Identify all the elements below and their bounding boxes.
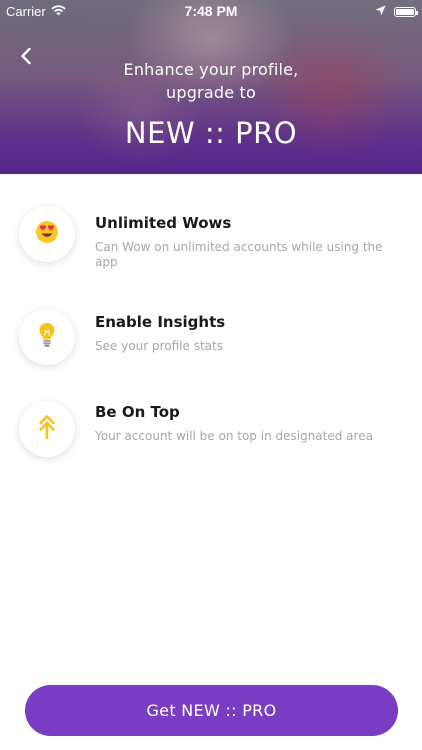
feature-icon-circle — [19, 401, 75, 457]
header-banner: Carrier 7:48 PM Enhance your profile, up… — [0, 0, 422, 174]
get-pro-button[interactable]: Get NEW :: PRO — [25, 685, 398, 736]
status-bar: Carrier 7:48 PM — [0, 0, 422, 22]
feature-description: Your account will be on top in designate… — [95, 429, 373, 443]
feature-description: Can Wow on unlimited accounts while usin… — [95, 240, 383, 269]
header-subtitle: Enhance your profile, upgrade to — [0, 58, 422, 104]
lightbulb-icon — [38, 322, 56, 352]
status-time: 7:48 PM — [184, 3, 238, 19]
double-up-arrow-icon — [38, 414, 56, 444]
feature-icon-circle — [19, 206, 75, 262]
feature-title: Enable Insights — [95, 313, 226, 331]
status-right — [375, 4, 418, 19]
feature-title: Unlimited Wows — [95, 214, 232, 232]
feature-title: Be On Top — [95, 403, 180, 421]
feature-icon-circle — [19, 309, 75, 365]
feature-description: See your profile stats — [95, 339, 223, 353]
header-subtitle-line2: upgrade to — [166, 83, 256, 102]
page-title: NEW :: PRO — [124, 116, 298, 150]
battery-icon — [394, 6, 418, 17]
battery-fill — [396, 8, 414, 15]
heart-eyes-emoji-icon — [35, 220, 59, 248]
header-subtitle-line1: Enhance your profile, — [123, 60, 299, 79]
upgrade-screen: Carrier 7:48 PM Enhance your profile, up… — [0, 0, 422, 750]
location-arrow-icon — [375, 4, 386, 19]
